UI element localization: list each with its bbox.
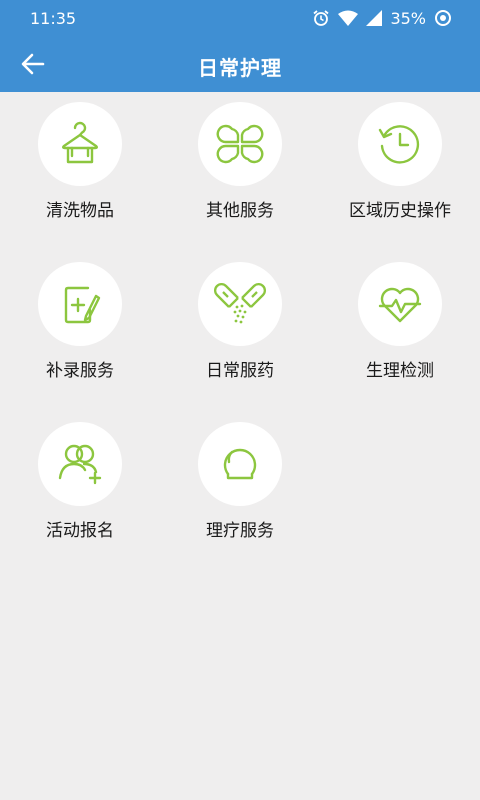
therapy-dome-icon	[223, 448, 257, 480]
service-item-history[interactable]: 区域历史操作	[320, 92, 480, 242]
hanger-icon	[62, 121, 98, 164]
service-label: 活动报名	[46, 521, 114, 541]
clover-icon	[216, 124, 264, 164]
service-label: 理疗服务	[206, 521, 274, 541]
add-record-icon	[64, 286, 101, 324]
service-label: 日常服药	[206, 361, 274, 381]
service-label: 清洗物品	[46, 201, 114, 221]
service-label: 其他服务	[206, 201, 274, 221]
title-bar: 日常护理	[0, 36, 480, 92]
add-user-icon	[58, 444, 102, 485]
capsule-icon	[214, 283, 266, 324]
battery-percentage: 35%	[390, 8, 426, 28]
alarm-icon	[312, 9, 330, 27]
service-item-physiological-test[interactable]: 生理检测	[320, 252, 480, 402]
history-clock-icon	[378, 125, 420, 164]
status-bar: 11:35 35%	[0, 0, 480, 36]
service-label: 补录服务	[46, 361, 114, 381]
wifi-icon	[338, 10, 359, 26]
signal-icon	[366, 10, 383, 26]
service-item-other[interactable]: 其他服务	[160, 92, 320, 242]
service-item-physiotherapy[interactable]: 理疗服务	[160, 412, 320, 562]
service-item-supplement-record[interactable]: 补录服务	[0, 252, 160, 402]
service-item-medication[interactable]: 日常服药	[160, 252, 320, 402]
status-time: 11:35	[30, 9, 77, 28]
page-title: 日常护理	[198, 56, 282, 80]
heartbeat-icon	[378, 287, 422, 323]
service-item-cleaning[interactable]: 清洗物品	[0, 92, 160, 242]
service-label: 生理检测	[366, 361, 434, 381]
data-saver-icon	[434, 9, 452, 27]
service-item-activity-signup[interactable]: 活动报名	[0, 412, 160, 562]
status-icons: 35%	[312, 7, 452, 29]
service-label: 区域历史操作	[349, 201, 451, 221]
